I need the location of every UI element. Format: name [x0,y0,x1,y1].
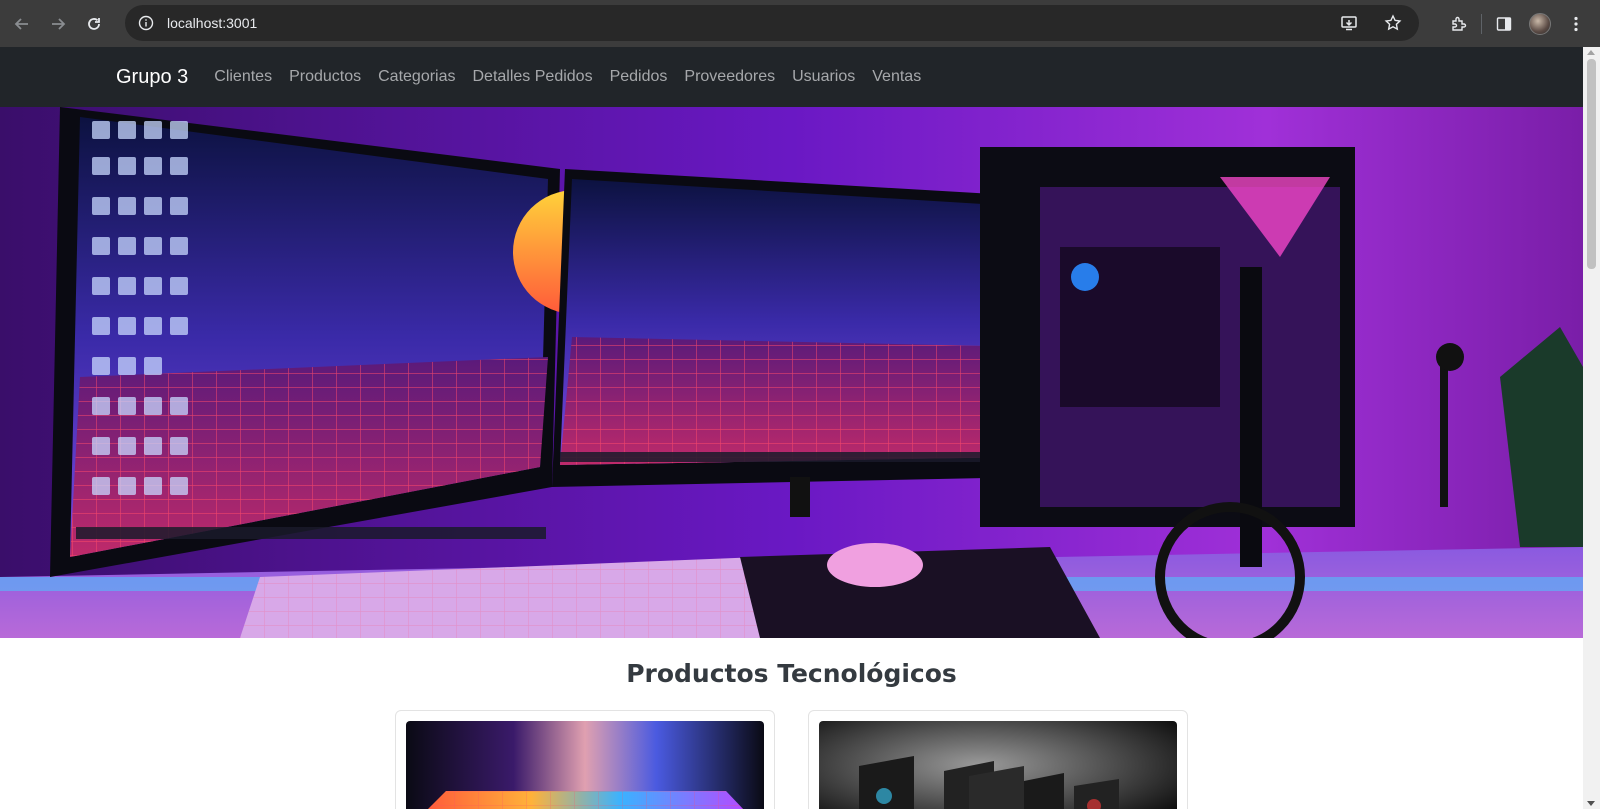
site-info-icon[interactable] [129,6,163,40]
scroll-thumb[interactable] [1587,59,1596,269]
site-navbar: Grupo 3 Clientes Productos Categorias De… [0,47,1583,107]
nav-link-clientes[interactable]: Clientes [214,68,272,86]
extensions-icon[interactable] [1441,6,1477,42]
nav-link-ventas[interactable]: Ventas [872,68,921,86]
profile-button[interactable] [1522,6,1558,42]
browser-toolbar: localhost:3001 [0,0,1600,47]
avatar [1529,12,1551,35]
reload-icon [88,17,100,30]
forward-button[interactable] [40,6,76,42]
product-card[interactable] [395,710,775,809]
product-card-image [406,721,764,809]
nav-link-pedidos[interactable]: Pedidos [610,68,668,86]
toolbar-divider [1481,13,1482,34]
gaming-setup-illustration [0,107,1583,638]
address-bar[interactable]: localhost:3001 [125,5,1419,41]
install-app-icon[interactable] [1331,5,1367,41]
vertical-scrollbar[interactable] [1583,47,1600,809]
product-card-image [819,721,1177,809]
scroll-down-arrow-icon[interactable] [1587,801,1595,806]
nav-link-productos[interactable]: Productos [289,68,361,86]
page-viewport: Grupo 3 Clientes Productos Categorias De… [0,47,1583,809]
url-text[interactable]: localhost:3001 [167,15,257,31]
arrow-left-icon [14,17,28,30]
nav-link-categorias[interactable]: Categorias [378,68,455,86]
product-card[interactable] [808,710,1188,809]
scroll-up-arrow-icon[interactable] [1587,50,1595,55]
navbar-brand[interactable]: Grupo 3 [116,66,188,89]
nav-link-detalles-pedidos[interactable]: Detalles Pedidos [473,68,593,86]
section-heading: Productos Tecnológicos [626,659,957,688]
side-panel-icon[interactable] [1486,6,1522,42]
arrow-right-icon [52,17,66,30]
back-button[interactable] [4,6,40,42]
hero-image [0,107,1583,638]
menu-kebab-icon[interactable] [1558,6,1594,42]
reload-button[interactable] [76,6,112,42]
nav-link-usuarios[interactable]: Usuarios [792,68,855,86]
bookmark-star-icon[interactable] [1375,5,1411,41]
nav-link-proveedores[interactable]: Proveedores [684,68,775,86]
